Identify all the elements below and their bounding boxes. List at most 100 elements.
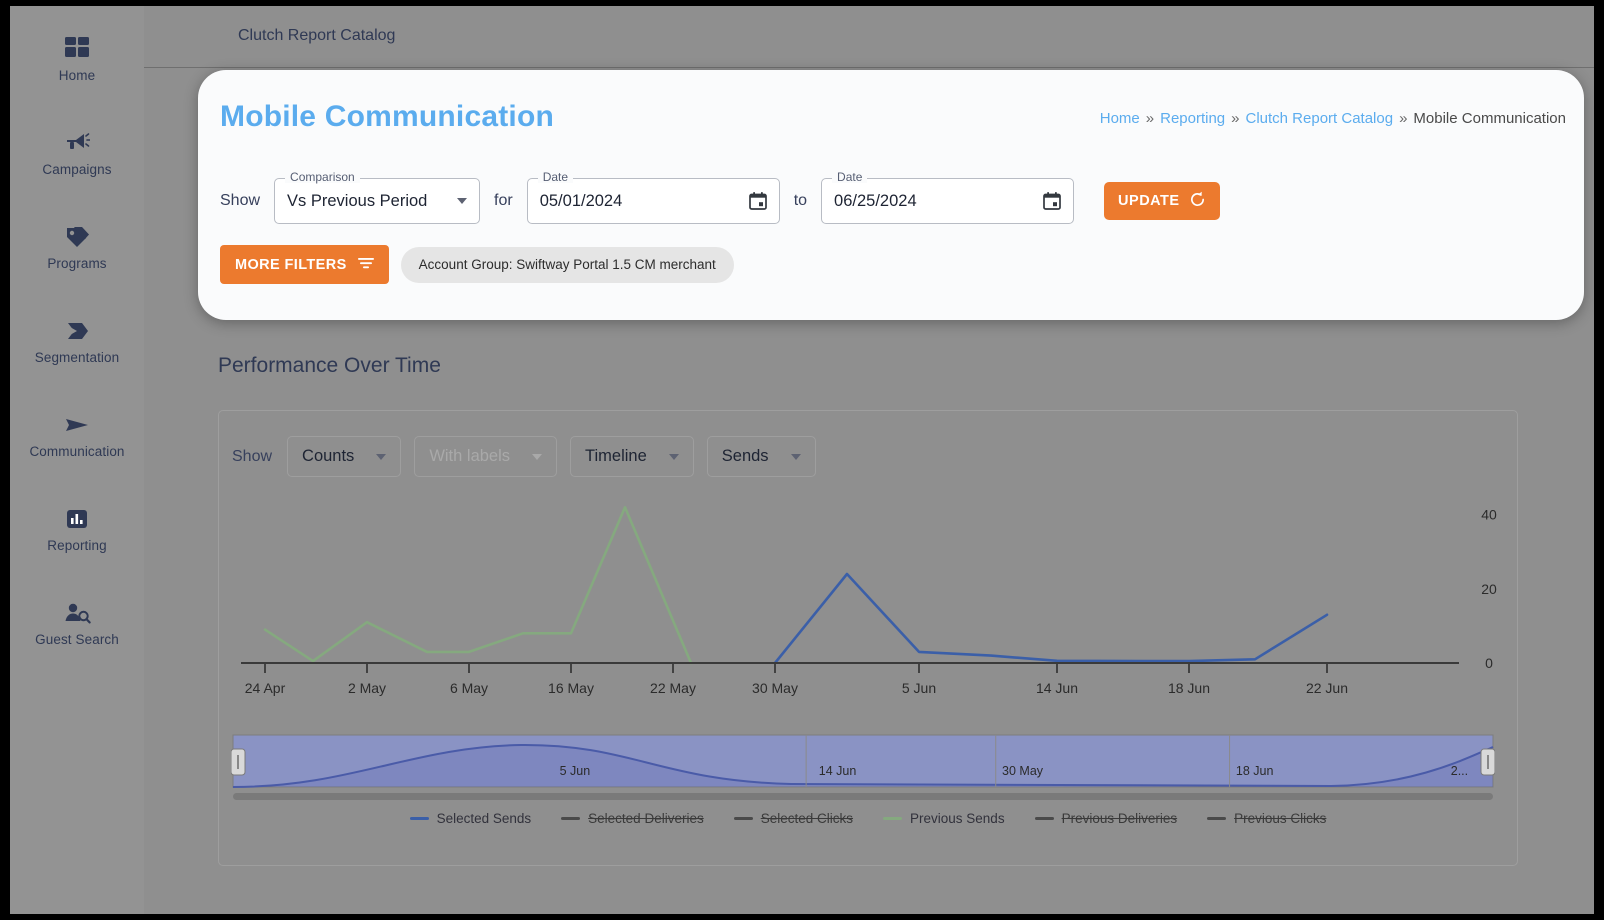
sidebar: Home Campaigns Programs Segmentation Com… bbox=[10, 6, 144, 914]
date-from-value: 05/01/2024 bbox=[539, 191, 623, 210]
breadcrumb-item[interactable]: Reporting bbox=[1160, 110, 1225, 127]
range-label: 30 May bbox=[1002, 764, 1044, 778]
legend-swatch bbox=[733, 817, 753, 820]
tag-icon bbox=[62, 222, 92, 252]
chart-x-tick-label: 6 May bbox=[450, 680, 488, 696]
date-from-input[interactable]: Date 05/01/2024 bbox=[526, 171, 780, 224]
chevron-down-icon bbox=[457, 198, 468, 204]
segment-icon bbox=[62, 316, 92, 346]
legend-item[interactable]: Selected Deliveries bbox=[561, 811, 704, 826]
main-content: Clutch Report Catalog Performance Over T… bbox=[144, 6, 1594, 914]
sidebar-item-label: Home bbox=[58, 68, 96, 84]
sidebar-item-communication[interactable]: Communication bbox=[10, 396, 144, 474]
breadcrumb-item[interactable]: Home bbox=[1100, 110, 1140, 127]
calendar-icon[interactable] bbox=[748, 192, 767, 210]
breadcrumb-separator: » bbox=[1231, 110, 1240, 127]
sidebar-item-label: Campaigns bbox=[42, 162, 112, 178]
legend-item[interactable]: Previous Sends bbox=[883, 811, 1005, 826]
chart-x-tick-label: 24 Apr bbox=[245, 680, 286, 696]
show-label: Show bbox=[220, 192, 261, 209]
legend-item[interactable]: Previous Deliveries bbox=[1034, 811, 1178, 826]
date-to-input[interactable]: Date 06/25/2024 bbox=[821, 171, 1075, 224]
comparison-legend: Comparison bbox=[285, 171, 360, 183]
breadcrumb-separator: » bbox=[1399, 110, 1408, 127]
chart-y-tick-label: 40 bbox=[1481, 507, 1497, 523]
grid-icon bbox=[62, 34, 92, 64]
for-label: for bbox=[494, 192, 513, 209]
chart-x-tick-label: 14 Jun bbox=[1036, 680, 1078, 696]
legend-label: Previous Clicks bbox=[1234, 811, 1327, 826]
chart-metric-type-value: Counts bbox=[302, 447, 355, 465]
sidebar-item-label: Reporting bbox=[47, 538, 107, 554]
top-bar: Clutch Report Catalog bbox=[144, 6, 1594, 68]
legend-swatch bbox=[1034, 817, 1054, 820]
chart-show-label: Show bbox=[232, 447, 273, 465]
chart-x-tick-label: 18 Jun bbox=[1168, 680, 1210, 696]
chevron-down-icon bbox=[376, 453, 387, 460]
legend-swatch bbox=[1207, 817, 1227, 820]
sidebar-item-label: Communication bbox=[29, 444, 125, 460]
refresh-icon bbox=[1189, 191, 1206, 212]
sidebar-item-label: Segmentation bbox=[34, 350, 120, 366]
legend-swatch bbox=[883, 817, 903, 820]
breadcrumb: Home » Reporting » Clutch Report Catalog » Mob… bbox=[1100, 110, 1566, 127]
range-scrollbar[interactable] bbox=[233, 793, 1493, 800]
paper-plane-icon bbox=[62, 410, 92, 440]
topbar-title: Clutch Report Catalog bbox=[238, 27, 396, 44]
breadcrumb-item[interactable]: Clutch Report Catalog bbox=[1246, 110, 1394, 127]
section-title: Performance Over Time bbox=[218, 354, 441, 377]
sidebar-item-campaigns[interactable]: Campaigns bbox=[10, 114, 144, 192]
chart-range-slider[interactable]: 5 Jun 14 Jun 30 May 18 Jun 2... bbox=[231, 731, 1495, 807]
chevron-down-icon bbox=[668, 453, 679, 460]
update-button-label: UPDATE bbox=[1118, 193, 1180, 209]
chart-plot-svg: 24 Apr 2 May 6 May 16 May 22 May 30 May 5 Jun 1… bbox=[241, 505, 1497, 696]
calendar-icon[interactable] bbox=[1043, 192, 1061, 210]
filter-card: Mobile Communication Home » Reporting » Clut… bbox=[198, 70, 1584, 320]
chart-x-tick-label: 2 May bbox=[348, 680, 386, 696]
legend-label: Previous Deliveries bbox=[1061, 811, 1178, 826]
update-button[interactable]: UPDATE bbox=[1104, 182, 1220, 220]
sidebar-item-segmentation[interactable]: Segmentation bbox=[10, 302, 144, 380]
chart-card: Show Counts With labels Timeline Sends 2… bbox=[218, 410, 1518, 866]
legend-label: Selected Clicks bbox=[760, 811, 854, 826]
chart-labels-value: With labels bbox=[429, 447, 511, 465]
sidebar-item-label: Programs bbox=[47, 256, 107, 272]
date-to-legend: Date bbox=[832, 171, 868, 183]
sidebar-item-guest-search[interactable]: Guest Search bbox=[10, 584, 144, 662]
date-from-legend: Date bbox=[537, 171, 574, 183]
chevron-down-icon bbox=[532, 453, 543, 460]
megaphone-icon bbox=[62, 128, 92, 158]
legend-item[interactable]: Previous Clicks bbox=[1207, 811, 1326, 826]
legend-swatch bbox=[409, 817, 429, 820]
chart-x-tick-label: 5 Jun bbox=[902, 680, 936, 696]
more-filters-button[interactable]: MORE FILTERS bbox=[220, 245, 389, 284]
comparison-select[interactable]: Comparison Vs Previous Period bbox=[274, 171, 481, 224]
legend-item[interactable]: Selected Sends bbox=[409, 811, 531, 826]
range-slider-svg[interactable]: 5 Jun 14 Jun 30 May 18 Jun 2... bbox=[231, 731, 1495, 807]
chevron-down-icon bbox=[790, 453, 801, 460]
page-title: Mobile Communication bbox=[220, 100, 554, 133]
chart-series-line bbox=[773, 572, 1329, 665]
chip-row: MORE FILTERS Account Group: Swiftway Por… bbox=[220, 245, 734, 284]
chart-view-value: Timeline bbox=[585, 447, 647, 465]
filter-icon bbox=[357, 256, 374, 274]
chart-y-tick-label: 0 bbox=[1485, 655, 1493, 671]
breadcrumb-item: Mobile Communication bbox=[1413, 110, 1566, 127]
chart-x-tick-label: 16 May bbox=[548, 680, 594, 696]
legend-label: Selected Deliveries bbox=[588, 811, 704, 826]
breadcrumb-separator: » bbox=[1145, 110, 1155, 127]
legend-item[interactable]: Selected Clicks bbox=[733, 811, 854, 826]
app-frame: Home Campaigns Programs Segmentation Com… bbox=[10, 6, 1594, 914]
chart-x-tick-label: 22 Jun bbox=[1306, 680, 1348, 696]
account-group-chip[interactable]: Account Group: Swiftway Portal 1.5 CM me… bbox=[400, 246, 734, 283]
to-label: to bbox=[793, 192, 808, 209]
sidebar-item-reporting[interactable]: Reporting bbox=[10, 490, 144, 568]
range-label: 5 Jun bbox=[560, 764, 591, 778]
sidebar-item-home[interactable]: Home bbox=[10, 20, 144, 98]
chart-legend: Selected Sends Selected Deliveries Selecte… bbox=[219, 811, 1517, 826]
chart-series-line bbox=[263, 505, 693, 665]
sidebar-item-programs[interactable]: Programs bbox=[10, 208, 144, 286]
range-label: 14 Jun bbox=[819, 764, 857, 778]
chart-measure-value: Sends bbox=[721, 447, 769, 465]
comparison-value: Vs Previous Period bbox=[287, 191, 428, 210]
